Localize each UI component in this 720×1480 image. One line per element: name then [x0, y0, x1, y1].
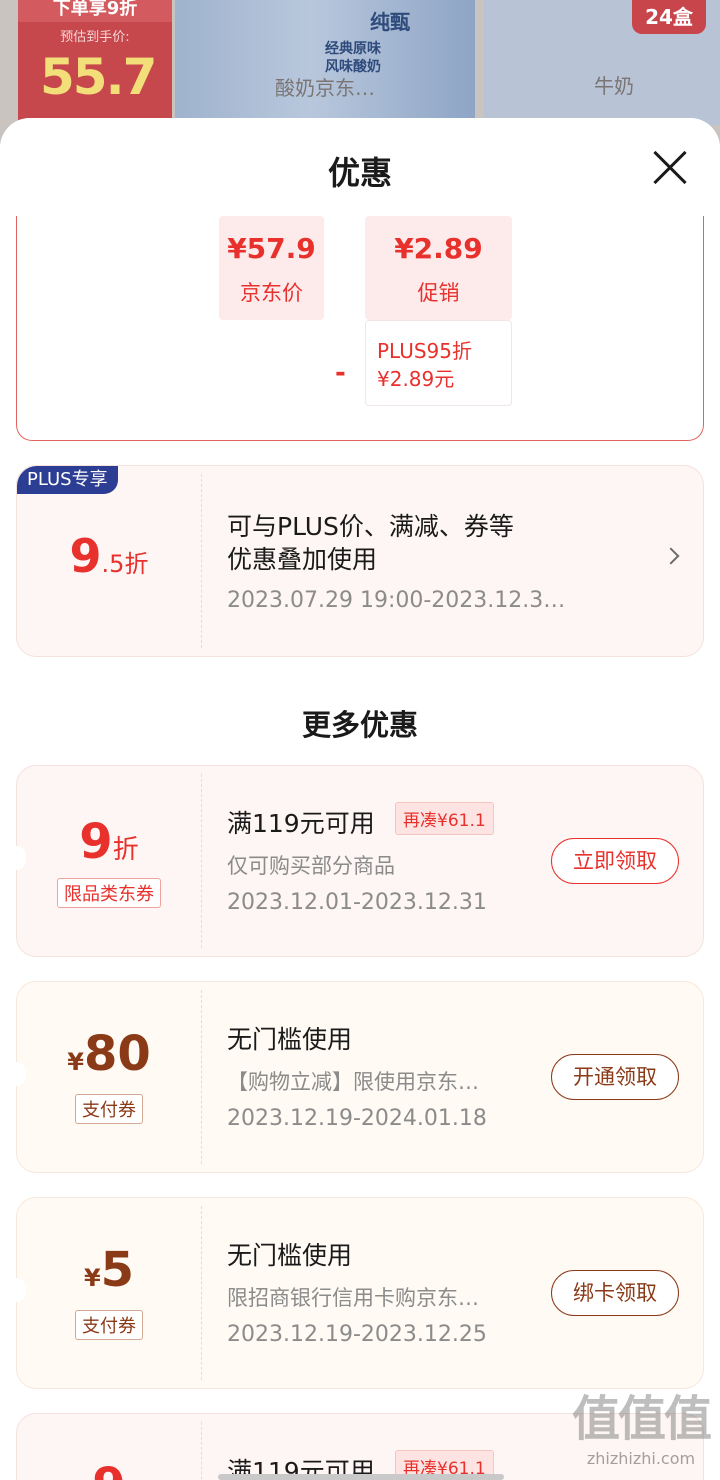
- close-icon[interactable]: [652, 150, 688, 186]
- promo-detail-line1: PLUS95折: [377, 339, 472, 363]
- coupon-value-area: ¥5 支付券: [17, 1198, 201, 1388]
- pack-badge: 24盒: [632, 0, 706, 34]
- promo-label: 促销: [417, 281, 460, 305]
- home-indicator: [218, 1474, 504, 1480]
- product-brand: 纯甄: [370, 10, 410, 34]
- coupon-date: 2023.12.19-2023.12.25: [227, 1322, 487, 1347]
- claim-now-button[interactable]: 立即领取: [551, 838, 679, 884]
- product-image-2: 24盒 牛奶: [484, 0, 720, 125]
- coupon-card: 9折 限品类东券 满119元可用 再凑¥61.1 仅可购买部分商品 2023.1…: [16, 765, 704, 957]
- card-divider: [201, 1206, 202, 1380]
- card-divider: [201, 774, 202, 948]
- coupon-currency: ¥: [67, 1048, 84, 1076]
- promo-detail-line2: ¥2.89元: [377, 367, 455, 391]
- coupon-subtitle: 仅可购买部分商品: [227, 854, 395, 878]
- coupon-type-tag: 限品类东券: [57, 878, 161, 908]
- coupon-value: 9折: [17, 814, 201, 870]
- base-price: ¥57.9: [227, 232, 316, 265]
- coupon-currency: ¥: [83, 1264, 101, 1292]
- coupon-type-tag: 支付券: [75, 1310, 143, 1340]
- card-divider: [201, 1422, 202, 1480]
- coupon-value-num: 80: [83, 1026, 151, 1082]
- product-title: 酸奶京东…: [275, 76, 375, 100]
- plus-badge: PLUS专享: [17, 466, 118, 494]
- coupon-value-unit: 折: [112, 835, 139, 865]
- coupon-value-num: 9: [79, 814, 113, 870]
- coupon-date: 2023.12.01-2023.12.31: [227, 890, 487, 915]
- price-breakdown: ¥57.9 京东价 - ¥2.89 促销 PLUS95折 ¥2.89元: [16, 188, 704, 441]
- coupon-title: 无门槛使用: [227, 1025, 353, 1054]
- watermark-logo: 值值值: [571, 1391, 712, 1447]
- activate-claim-button[interactable]: 开通领取: [551, 1054, 679, 1100]
- base-price-label: 京东价: [240, 281, 303, 305]
- coupon-title: 满119元可用: [227, 809, 375, 838]
- sheet-title: 优惠: [327, 154, 392, 192]
- plus-date: 2023.07.29 19:00-2023.12.3…: [227, 588, 566, 613]
- coupon-type-tag: 支付券: [75, 1094, 143, 1124]
- bind-card-claim-button[interactable]: 绑卡领取: [551, 1270, 679, 1316]
- product-image: 纯甄 经典原味 风味酸奶 酸奶京东…: [175, 0, 475, 125]
- promo-detail: PLUS95折 ¥2.89元: [365, 320, 512, 406]
- coupon-value-num: 5: [100, 1242, 135, 1298]
- watermark: 值值值 zhizhizhi.com: [571, 1379, 712, 1468]
- plus-card-body: 可与PLUS价、满减、券等 优惠叠加使用 2023.07.29 19:00-20…: [227, 466, 703, 656]
- plus-discount: 9.5折: [17, 529, 201, 583]
- promo-banner: 下单享9折: [18, 0, 172, 22]
- coupon-value-area: 9折 限品类东券: [17, 766, 201, 956]
- plus-description: 可与PLUS价、满减、券等 优惠叠加使用: [227, 510, 514, 576]
- offers-sheet: 优惠 ¥57.9 京东价 - ¥2.89 促销 PLUS95折 ¥2.89元 P…: [0, 118, 720, 1480]
- coupon-card: ¥80 支付券 无门槛使用 【购物立减】限使用京东… 2023.12.19-20…: [16, 981, 704, 1173]
- more-offers-title: 更多优惠: [301, 708, 418, 742]
- promo-card: 下单享9折 预估到手价: 55.7: [18, 0, 172, 125]
- promo-amount: ¥2.89: [394, 232, 483, 265]
- product-label: 经典原味 风味酸奶: [325, 41, 381, 75]
- coupon-value: ¥80: [17, 1026, 201, 1082]
- product-title-2: 牛奶: [594, 74, 634, 98]
- minus-sign: -: [335, 358, 346, 388]
- coupon-date: 2023.12.19-2024.01.18: [227, 1106, 487, 1131]
- plus-discount-rest: .5折: [101, 550, 149, 578]
- coupon-value-area: ¥80 支付券: [17, 982, 201, 1172]
- coupon-value: ¥5: [17, 1242, 201, 1298]
- base-price-cell: ¥57.9 京东价: [219, 216, 324, 320]
- plus-desc-line2: 优惠叠加使用: [227, 545, 378, 574]
- coupon-value: 9: [17, 1458, 201, 1480]
- coupon-value-num: 9: [92, 1458, 125, 1480]
- plus-discount-int: 9: [69, 529, 102, 583]
- plus-desc-line1: 可与PLUS价、满减、券等: [227, 512, 514, 541]
- watermark-site: zhizhizhi.com: [586, 1449, 696, 1468]
- coupon-value-area: 9: [17, 1414, 201, 1480]
- need-more-badge: 再凑¥61.1: [395, 802, 494, 835]
- coupon-subtitle: 限招商银行信用卡购京东…: [227, 1286, 479, 1310]
- plus-offer-card[interactable]: PLUS专享 9.5折 可与PLUS价、满减、券等 优惠叠加使用 2023.07…: [16, 465, 704, 657]
- card-divider: [201, 474, 202, 648]
- promo-cell: ¥2.89 促销: [365, 216, 512, 320]
- est-price: 55.7: [40, 48, 157, 106]
- est-price-label: 预估到手价:: [60, 30, 130, 45]
- coupon-card: ¥5 支付券 无门槛使用 限招商银行信用卡购京东… 2023.12.19-202…: [16, 1197, 704, 1389]
- sheet-header: 优惠: [0, 118, 720, 216]
- coupon-title: 无门槛使用: [227, 1241, 353, 1270]
- card-divider: [201, 990, 202, 1164]
- coupon-subtitle: 【购物立减】限使用京东…: [227, 1070, 479, 1094]
